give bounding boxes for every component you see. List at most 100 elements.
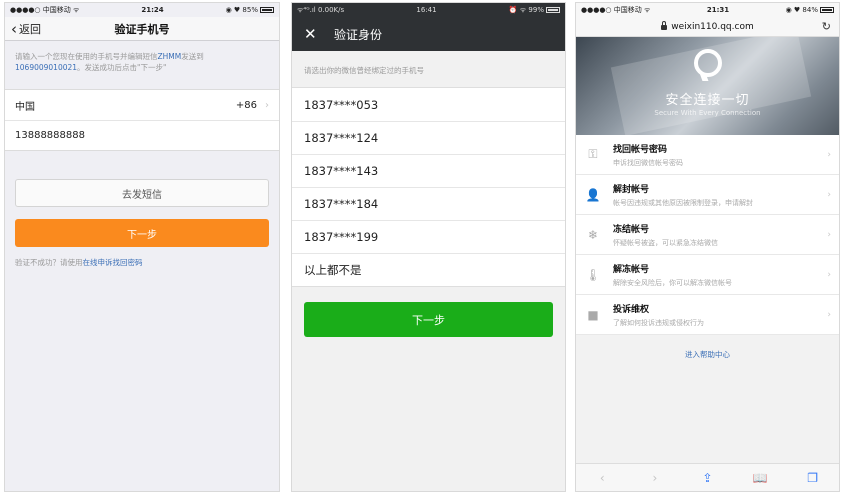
phone-option[interactable]: 1837****184 bbox=[292, 187, 565, 220]
instruction-text: 请选出你的微信曾经绑定过的手机号 bbox=[304, 66, 424, 75]
back-label: 返回 bbox=[19, 23, 41, 36]
country-code: +86 bbox=[235, 99, 257, 111]
menu-item-title: 冻结帐号 bbox=[613, 224, 650, 235]
menu-item-desc: 帐号因违规或其他原因被限制登录，申请解封 bbox=[613, 198, 753, 207]
network-label: ᯤ⁴ᴳ.ıl 0.00K/s bbox=[297, 5, 345, 14]
appeal-link[interactable]: 在线申诉找回密码 bbox=[83, 258, 143, 267]
menu-item-desc: 解除安全风险后，你可以解冻微信帐号 bbox=[613, 278, 732, 287]
menu-item-title: 投诉维权 bbox=[613, 304, 650, 315]
lock-icon bbox=[661, 21, 668, 30]
phone-option[interactable]: 1837****124 bbox=[292, 121, 565, 154]
page-title: 验证手机号 bbox=[114, 22, 170, 36]
battery-icon bbox=[820, 7, 834, 13]
chevron-right-icon: › bbox=[827, 269, 831, 280]
chevron-left-icon: ‹ bbox=[11, 20, 17, 38]
menu-item-recover-password[interactable]: ⚿ 找回帐号密码 申诉找回微信帐号密码 › bbox=[576, 135, 839, 175]
menu-item-freeze[interactable]: ❄ 冻结帐号 怀疑帐号被盗，可以紧急冻结微信 › bbox=[576, 215, 839, 255]
key-icon: ⚿ bbox=[588, 147, 598, 161]
clock: 21:24 bbox=[141, 6, 164, 14]
menu-item-text: 解冻帐号 解除安全风险后，你可以解冻微信帐号 bbox=[613, 262, 827, 288]
phone-form: 中国 +86 › 13888888888 bbox=[5, 89, 279, 151]
forward-arrow-icon[interactable]: › bbox=[645, 471, 665, 485]
chevron-right-icon: › bbox=[827, 149, 831, 160]
phone-option[interactable]: 1837****143 bbox=[292, 154, 565, 187]
clock: 16:41 bbox=[416, 6, 437, 14]
phone-option[interactable]: 1837****053 bbox=[292, 88, 565, 121]
phone-option[interactable]: 1837****199 bbox=[292, 220, 565, 253]
country-right: +86 › bbox=[236, 100, 269, 111]
screen-verify-identity: ᯤ⁴ᴳ.ıl 0.00K/s 16:41 ⏰ ᯤ 99% ✕ 验证身份 请选出你… bbox=[291, 2, 566, 492]
back-button[interactable]: ‹ 返回 bbox=[11, 21, 41, 37]
nav-bar: ‹ 返回 验证手机号 bbox=[5, 17, 279, 41]
banner-slogan: 安全连接一切 bbox=[665, 93, 750, 108]
battery-label: ◉ ♥ 85% bbox=[225, 6, 258, 14]
phone-options-list: 1837****053 1837****124 1837****143 1837… bbox=[292, 87, 565, 287]
chevron-right-icon: › bbox=[827, 229, 831, 240]
fail-text: 验证不成功？请使用 bbox=[15, 258, 83, 267]
battery-indicator: ◉ ♥ 84% bbox=[786, 6, 834, 14]
bookmarks-icon[interactable]: 📖 bbox=[750, 471, 770, 485]
country-select[interactable]: 中国 +86 › bbox=[5, 90, 279, 120]
battery-label: ◉ ♥ 84% bbox=[785, 6, 818, 14]
status-bar: ᯤ⁴ᴳ.ıl 0.00K/s 16:41 ⏰ ᯤ 99% bbox=[292, 3, 565, 17]
reload-icon[interactable]: ↻ bbox=[822, 20, 831, 33]
tip-text-after: 。发送成功后点击"下一步" bbox=[77, 63, 167, 72]
menu-item-desc: 申诉找回微信帐号密码 bbox=[613, 158, 683, 167]
snowflake-icon: ❄ bbox=[587, 227, 599, 242]
nav-bar: ✕ 验证身份 bbox=[292, 17, 565, 51]
help-center-link[interactable]: 进入帮助中心 bbox=[576, 335, 839, 360]
menu-item-text: 找回帐号密码 申诉找回微信帐号密码 bbox=[613, 142, 827, 168]
share-icon[interactable]: ⇪ bbox=[697, 471, 717, 485]
menu-item-text: 解封帐号 帐号因违规或其他原因被限制登录，申请解封 bbox=[613, 182, 827, 208]
tip-text-mid: 发送到 bbox=[181, 52, 204, 61]
battery-indicator: ◉ ♥ 85% bbox=[226, 6, 274, 14]
menu-item-desc: 了解如何投诉违规或侵权行为 bbox=[613, 318, 704, 327]
phone-input[interactable]: 13888888888 bbox=[5, 120, 279, 150]
send-sms-button[interactable]: 去发短信 bbox=[15, 179, 269, 207]
menu-item-desc: 怀疑帐号被盗，可以紧急冻结微信 bbox=[613, 238, 718, 247]
chevron-right-icon: › bbox=[827, 189, 831, 200]
menu-item-title: 解封帐号 bbox=[613, 184, 650, 195]
battery-icon bbox=[260, 7, 274, 13]
wechat-security-logo bbox=[694, 49, 722, 77]
address-bar[interactable]: weixin110.qq.com ↻ bbox=[576, 17, 839, 37]
country-label: 中国 bbox=[15, 101, 35, 113]
phone-value: 13888888888 bbox=[15, 130, 85, 141]
fail-hint: 验证不成功？请使用在线申诉找回密码 bbox=[5, 247, 279, 278]
next-button[interactable]: 下一步 bbox=[304, 302, 553, 337]
browser-toolbar: ‹ › ⇪ 📖 ❐ bbox=[576, 463, 839, 491]
menu-item-title: 找回帐号密码 bbox=[613, 144, 668, 155]
back-arrow-icon[interactable]: ‹ bbox=[592, 471, 612, 485]
user-icon: 👤 bbox=[585, 187, 601, 202]
next-button[interactable]: 下一步 bbox=[15, 219, 269, 247]
url-display: weixin110.qq.com bbox=[661, 21, 754, 32]
battery-icon bbox=[545, 6, 560, 13]
sms-code: ZHMM bbox=[157, 52, 182, 61]
chevron-right-icon: › bbox=[827, 309, 831, 320]
instruction-text: 请输入一个您现在使用的手机号并编辑短信ZHMM发送到 1069009010021。… bbox=[5, 41, 279, 89]
status-bar: ●●●●○ 中国移动 ᯤ 21:24 ◉ ♥ 85% bbox=[5, 3, 279, 17]
page-title: 验证身份 bbox=[334, 27, 383, 42]
banner-slogan-en: Secure With Every Connection bbox=[654, 109, 761, 117]
menu-item-unblock[interactable]: 👤 解封帐号 帐号因违规或其他原因被限制登录，申请解封 › bbox=[576, 175, 839, 215]
hero-banner: 安全连接一切 Secure With Every Connection bbox=[576, 37, 839, 135]
thermometer-icon: 🌡 bbox=[585, 267, 601, 282]
battery-label: ⏰ ᯤ 99% bbox=[508, 5, 544, 14]
status-bar: ●●●●○ 中国移动 ᯤ 21:31 ◉ ♥ 84% bbox=[576, 3, 839, 17]
chevron-right-icon: › bbox=[265, 99, 269, 111]
menu-item-title: 解冻帐号 bbox=[613, 264, 650, 275]
carrier-label: ●●●●○ 中国移动 ᯤ bbox=[10, 6, 80, 14]
tabs-icon[interactable]: ❐ bbox=[803, 471, 823, 485]
close-icon[interactable]: ✕ bbox=[304, 25, 324, 43]
service-menu: ⚿ 找回帐号密码 申诉找回微信帐号密码 › 👤 解封帐号 帐号因违规或其他原因被… bbox=[576, 135, 839, 335]
menu-item-unfreeze[interactable]: 🌡 解冻帐号 解除安全风险后，你可以解冻微信帐号 › bbox=[576, 255, 839, 295]
screen-verify-phone: ●●●●○ 中国移动 ᯤ 21:24 ◉ ♥ 85% ‹ 返回 验证手机号 请输… bbox=[4, 2, 280, 492]
none-of-above-option[interactable]: 以上都不是 bbox=[292, 253, 565, 286]
menu-item-report[interactable]: ■ 投诉维权 了解如何投诉违规或侵权行为 › bbox=[576, 295, 839, 335]
battery-indicator: ⏰ ᯤ 99% bbox=[509, 6, 560, 15]
url-text: weixin110.qq.com bbox=[671, 21, 754, 32]
tip-text-before: 请输入一个您现在使用的手机号并编辑短信 bbox=[15, 52, 158, 61]
report-icon: ■ bbox=[587, 307, 599, 322]
clock: 21:31 bbox=[706, 6, 730, 14]
sms-number: 1069009010021 bbox=[15, 63, 78, 72]
